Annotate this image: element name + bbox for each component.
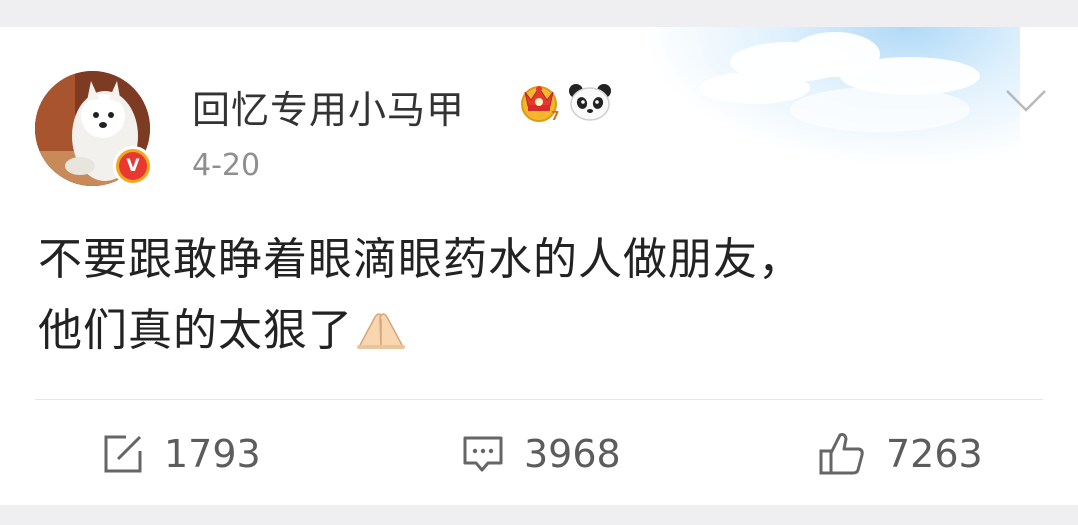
comment-icon (463, 436, 503, 472)
crown-level-label: 7 (551, 109, 559, 123)
post-date: 4-20 (192, 148, 261, 183)
feed-separator (0, 505, 1078, 525)
repost-count: 1793 (164, 432, 261, 476)
header-sky-decoration (640, 27, 1020, 167)
post-text-line-2: 他们真的太狠了 (38, 295, 1048, 366)
panda-badge-icon[interactable] (568, 82, 612, 122)
post-text-line-2-text: 他们真的太狠了 (38, 305, 353, 356)
chevron-down-icon[interactable] (1004, 87, 1048, 115)
thumbs-up-icon (819, 433, 864, 475)
praying-hands-icon (357, 313, 405, 349)
weibo-post-card[interactable]: V 回忆专用小马甲 7 4-20 不要跟敢睁着眼滴眼药水的人做朋友， 他们真的太… (0, 27, 1078, 505)
repost-icon (104, 435, 142, 473)
repost-button[interactable]: 1793 (102, 429, 261, 479)
divider (35, 399, 1043, 400)
comment-count: 3968 (524, 432, 621, 476)
avatar-container[interactable]: V (35, 71, 153, 186)
comment-button[interactable]: 3968 (462, 429, 621, 479)
verified-badge-label: V (119, 152, 147, 180)
username[interactable]: 回忆专用小马甲 (192, 79, 465, 134)
like-button[interactable]: 7263 (818, 429, 983, 479)
verified-badge-icon: V (113, 146, 153, 186)
post-text-line: 不要跟敢睁着眼滴眼药水的人做朋友， (38, 234, 803, 285)
like-count: 7263 (886, 432, 983, 476)
vip-crown-icon[interactable]: 7 (517, 80, 561, 124)
post-content[interactable]: 不要跟敢睁着眼滴眼药水的人做朋友， 他们真的太狠了 (38, 224, 1048, 366)
